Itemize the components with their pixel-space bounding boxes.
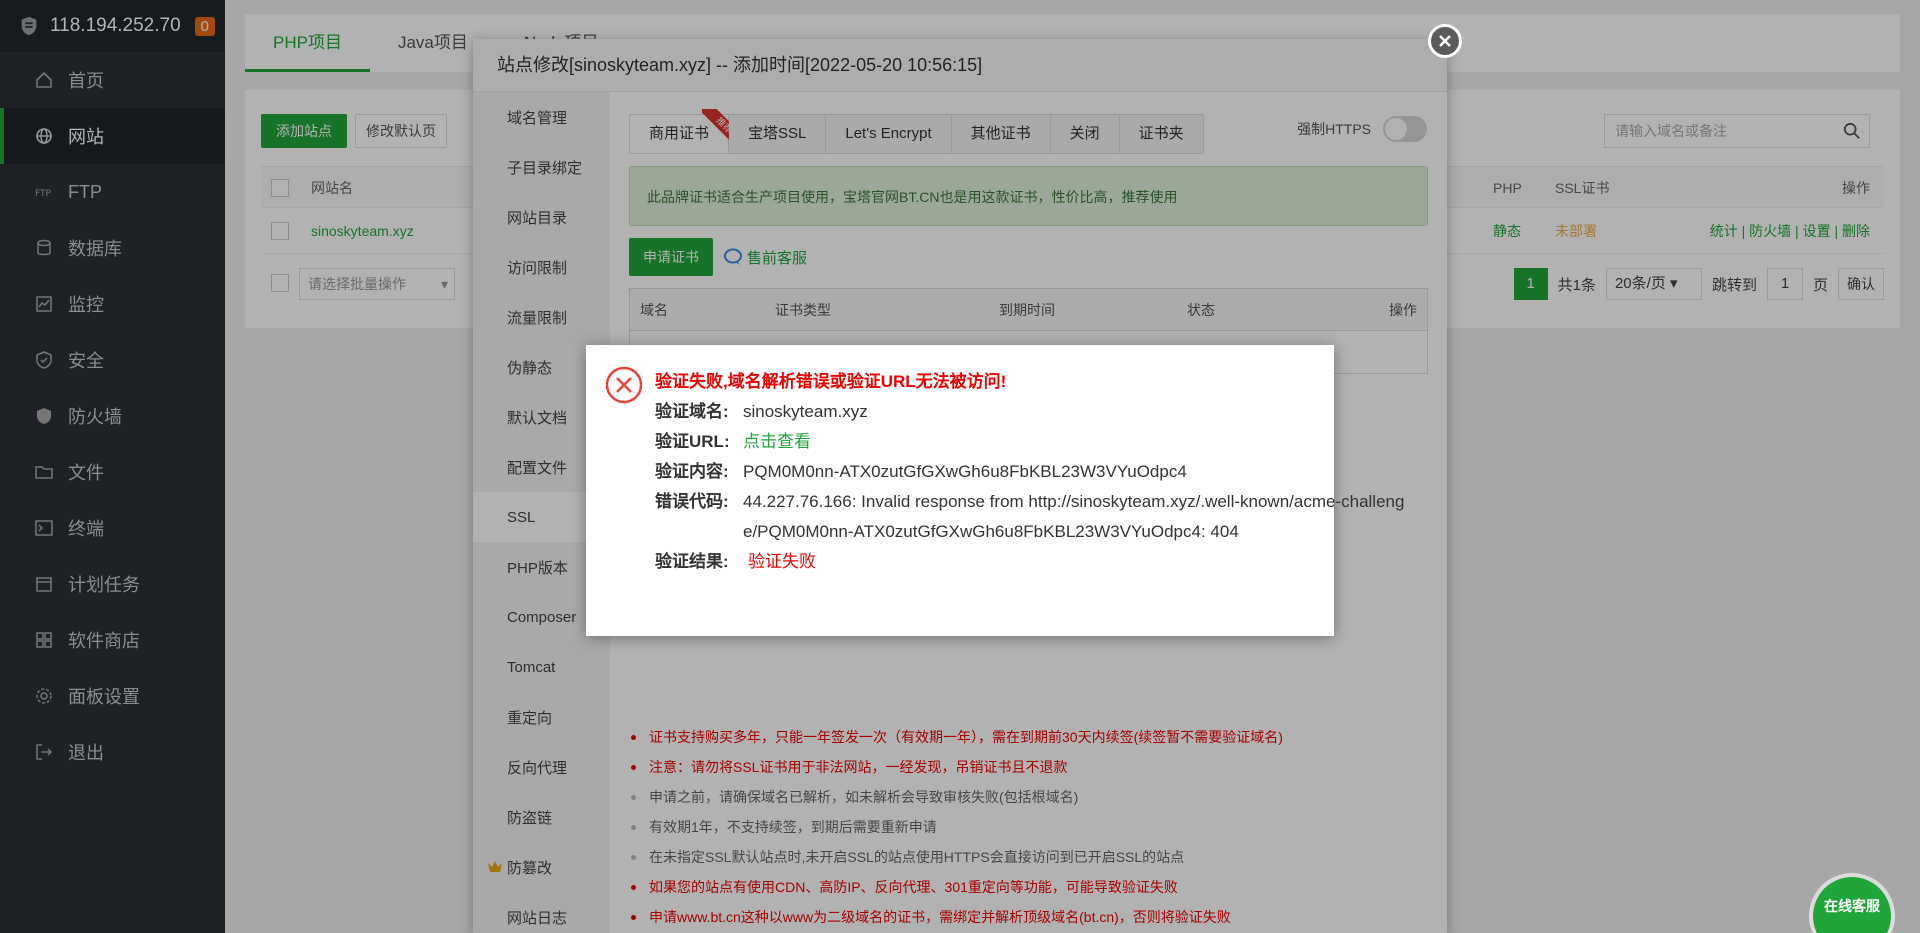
domain-value: sinoskyteam.xyz — [743, 402, 868, 421]
error-code-row: 错误代码: 44.227.76.166: Invalid response fro… — [655, 487, 1404, 547]
error-title: 验证失败,域名解析错误或验证URL无法被访问! — [655, 372, 1007, 391]
domain-label: 验证域名: — [655, 402, 729, 421]
content-label: 验证内容: — [655, 462, 729, 481]
url-label: 验证URL: — [655, 432, 730, 451]
error-circle-icon — [605, 366, 643, 404]
result-label: 验证结果: — [655, 552, 729, 571]
verification-error-dialog: 验证失败,域名解析错误或验证URL无法被访问! 验证域名: sinoskyteam… — [586, 345, 1404, 636]
close-icon — [1439, 35, 1451, 47]
result-value: 验证失败 — [748, 552, 816, 571]
error-content-row: 验证内容: PQM0M0nn-ATX0zutGfGXwGh6u8FbKBL23W3… — [655, 457, 1314, 487]
error-url-row: 验证URL: 点击查看 — [655, 427, 1314, 457]
error-domain-row: 验证域名: sinoskyteam.xyz — [655, 397, 1314, 427]
code-value: 44.227.76.166: Invalid response from htt… — [743, 492, 1405, 541]
url-view-link[interactable]: 点击查看 — [743, 427, 1314, 457]
content-value: PQM0M0nn-ATX0zutGfGXwGh6u8FbKBL23W3VYuOd… — [743, 462, 1187, 481]
modal-close-button[interactable] — [1428, 24, 1462, 58]
code-label: 错误代码: — [655, 492, 729, 511]
error-content: 验证失败,域名解析错误或验证URL无法被访问! 验证域名: sinoskyteam… — [655, 367, 1404, 577]
error-result-row: 验证结果: 验证失败 — [655, 547, 1314, 577]
